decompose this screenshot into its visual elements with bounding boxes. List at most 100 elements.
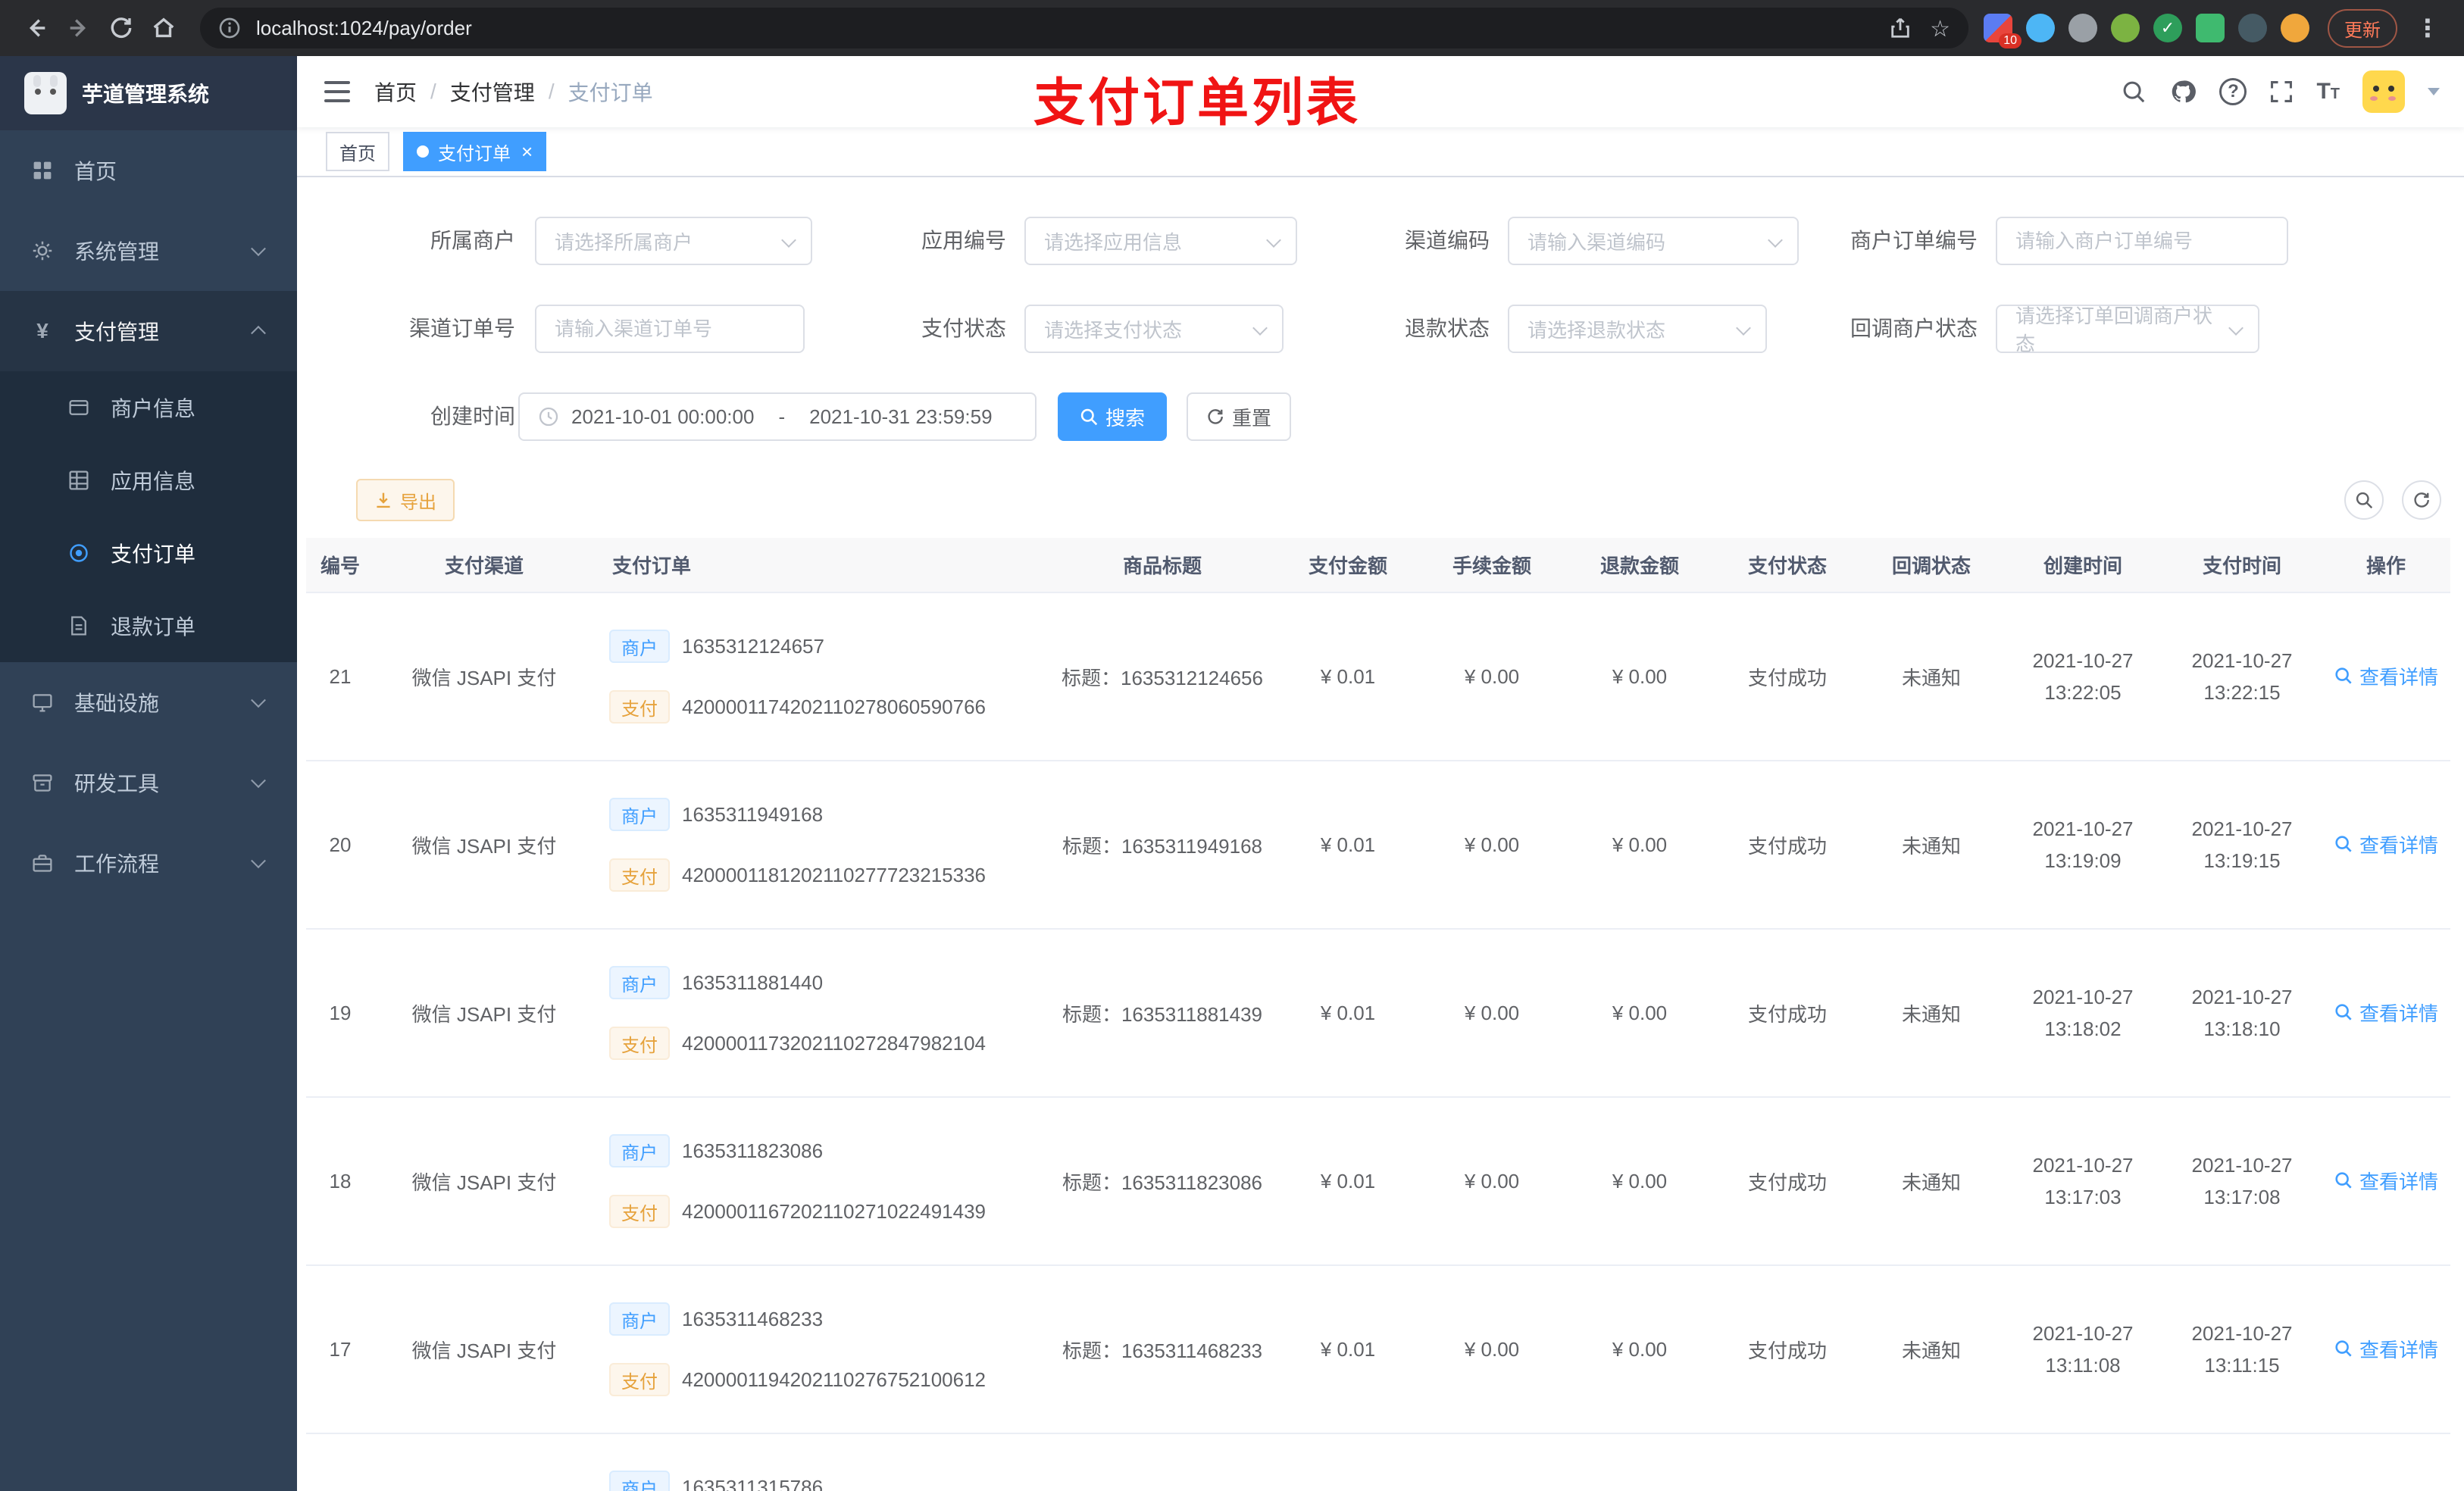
- extension-icon[interactable]: [2238, 14, 2267, 42]
- help-icon[interactable]: [2219, 78, 2247, 105]
- hamburger-icon[interactable]: [324, 81, 350, 102]
- cell-channel: [374, 1433, 594, 1491]
- tab-pay-order[interactable]: 支付订单: [403, 132, 547, 171]
- tab-home[interactable]: 首页: [326, 132, 389, 171]
- search-toggle-button[interactable]: [2344, 480, 2384, 520]
- cell-create-time: 2021-10-27 13:22:05: [2003, 592, 2162, 761]
- extension-icon[interactable]: [2068, 14, 2097, 42]
- sidebar-item-payment[interactable]: 支付管理: [0, 291, 297, 371]
- sidebar-item-infrastructure[interactable]: 基础设施: [0, 662, 297, 742]
- cell-pay-time: 2021-10-27 13:22:15: [2162, 592, 2322, 761]
- profile-avatar-icon[interactable]: [2281, 14, 2309, 42]
- extension-icon[interactable]: [2153, 14, 2182, 42]
- create-time-range[interactable]: 2021-10-01 00:00:00 - 2021-10-31 23:59:5…: [518, 392, 1037, 441]
- bookmark-star-icon[interactable]: [1930, 14, 1950, 42]
- yen-icon: [30, 319, 55, 343]
- filter-label-channel-code: 渠道编码: [1404, 229, 1490, 252]
- refund-status-select[interactable]: 请选择退款状态: [1508, 305, 1767, 353]
- home-icon[interactable]: [142, 7, 185, 49]
- browser-update-button[interactable]: 更新: [2328, 8, 2397, 48]
- sidebar-item-workflow[interactable]: 工作流程: [0, 823, 297, 903]
- font-size-icon[interactable]: [2316, 80, 2340, 103]
- sidebar-item-refund-order[interactable]: 退款订单: [0, 589, 297, 662]
- date-start: 2021-10-01 00:00:00: [571, 405, 755, 428]
- cell-pay-time: [2162, 1433, 2322, 1491]
- filter-label-channel-order: 渠道订单号: [408, 317, 515, 340]
- cell-create-time: 2021-10-27 13:11:08: [2003, 1265, 2162, 1434]
- view-detail-link[interactable]: 查看详情: [2334, 662, 2438, 690]
- view-detail-link[interactable]: 查看详情: [2334, 1167, 2438, 1195]
- channel-code-select[interactable]: 请输入渠道编码: [1508, 217, 1799, 265]
- cell-channel: 微信 JSAPI 支付: [374, 761, 594, 930]
- extension-icon[interactable]: [2196, 14, 2225, 42]
- reload-icon[interactable]: [100, 7, 142, 49]
- chevron-down-icon: [251, 241, 266, 257]
- cell-id: [306, 1433, 374, 1491]
- cell-pay-status: 支付成功: [1715, 592, 1859, 761]
- document-icon: [67, 615, 91, 636]
- sidebar-item-system[interactable]: 系统管理: [0, 211, 297, 291]
- view-detail-link[interactable]: 查看详情: [2334, 1335, 2438, 1363]
- sidebar-item-home[interactable]: 首页: [0, 130, 297, 211]
- extension-icon[interactable]: [2111, 14, 2140, 42]
- pay-tag: 支付: [609, 1363, 670, 1396]
- search-icon[interactable]: [2121, 79, 2147, 105]
- view-detail-link[interactable]: 查看详情: [2334, 830, 2438, 858]
- breadcrumb-pay-management[interactable]: 支付管理: [450, 77, 535, 107]
- pay-status-select[interactable]: 请选择支付状态: [1024, 305, 1284, 353]
- sidebar-item-app-info[interactable]: 应用信息: [0, 444, 297, 517]
- chevron-down-icon: [251, 853, 266, 869]
- view-detail-link[interactable]: 查看详情: [2334, 999, 2438, 1027]
- share-icon[interactable]: [1889, 17, 1912, 39]
- sidebar-item-pay-order[interactable]: 支付订单: [0, 517, 297, 589]
- sidebar-item-merchant-info[interactable]: 商户信息: [0, 371, 297, 444]
- col-order: 支付订单: [594, 538, 1049, 593]
- merchant-select[interactable]: 请选择所属商户: [535, 217, 812, 265]
- cell-create-time: 2021-10-27 13:19:09: [2003, 761, 2162, 930]
- table-row: 20 微信 JSAPI 支付 商户 1635311949168 支付 42000…: [306, 761, 2450, 930]
- fullscreen-icon[interactable]: [2269, 80, 2294, 104]
- table-body: 21 微信 JSAPI 支付 商户 1635312124657 支付 42000…: [306, 592, 2450, 1491]
- user-avatar[interactable]: [2362, 70, 2405, 113]
- cell-actions: 查看详情: [2322, 1265, 2450, 1434]
- breadcrumb-home[interactable]: 首页: [374, 77, 417, 107]
- refresh-button[interactable]: [2402, 480, 2441, 520]
- github-icon[interactable]: [2169, 78, 2197, 105]
- table-row: 17 微信 JSAPI 支付 商户 1635311468233 支付 42000…: [306, 1265, 2450, 1434]
- browser-menu-icon[interactable]: [2406, 7, 2449, 49]
- active-dot-icon: [417, 145, 429, 158]
- pay-tag: 支付: [609, 1195, 670, 1228]
- forward-icon[interactable]: [58, 7, 100, 49]
- export-button[interactable]: 导出: [356, 479, 455, 521]
- cell-amount: [1276, 1433, 1420, 1491]
- cell-actions: 查看详情: [2322, 929, 2450, 1098]
- avatar-dropdown-caret-icon[interactable]: [2428, 88, 2440, 95]
- filter-label-merchant: 所属商户: [430, 229, 515, 252]
- url-bar[interactable]: localhost:1024/pay/order: [200, 8, 1968, 48]
- logo-avatar: [24, 72, 67, 114]
- sidebar-item-dev-tools[interactable]: 研发工具: [0, 742, 297, 823]
- cell-channel: 微信 JSAPI 支付: [374, 1097, 594, 1266]
- breadcrumb-separator: [430, 80, 436, 104]
- dashboard-icon: [30, 160, 55, 181]
- cell-actions: 查看详情: [2322, 1097, 2450, 1266]
- close-icon[interactable]: [521, 142, 533, 161]
- cell-create-time: [2003, 1433, 2162, 1491]
- merchant-order-input[interactable]: [1996, 217, 2288, 265]
- back-icon[interactable]: [15, 7, 58, 49]
- site-info-icon[interactable]: [218, 17, 241, 39]
- extension-icon[interactable]: 10: [1984, 14, 2022, 48]
- sidebar-logo[interactable]: 芋道管理系统: [0, 56, 297, 130]
- cell-order: 商户 1635312124657 支付 42000011742021102780…: [594, 592, 1049, 761]
- search-button[interactable]: 搜索: [1058, 392, 1167, 441]
- chevron-down-icon: [1252, 320, 1268, 336]
- reset-button[interactable]: 重置: [1187, 392, 1291, 441]
- extension-icon[interactable]: [2026, 14, 2055, 42]
- filter-label-pay-status: 支付状态: [921, 317, 1006, 340]
- channel-order-no: 4200001194202110276752100612: [682, 1368, 987, 1391]
- channel-order-input[interactable]: [535, 305, 805, 353]
- app-select[interactable]: 请选择应用信息: [1024, 217, 1297, 265]
- cell-order: 商户 1635311315786 支付: [594, 1433, 1049, 1491]
- merchant-tag: 商户: [609, 1471, 670, 1491]
- callback-status-select[interactable]: 请选择订单回调商户状态: [1996, 305, 2259, 355]
